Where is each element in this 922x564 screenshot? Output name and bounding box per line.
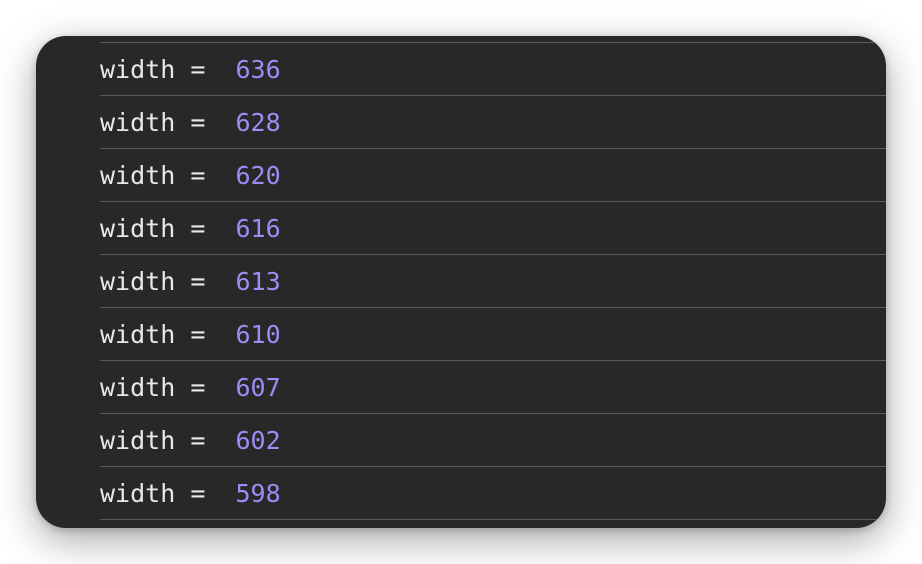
log-separator: = — [175, 266, 236, 296]
log-separator: = — [175, 107, 236, 137]
log-number-value: 613 — [235, 266, 281, 296]
log-separator: = — [175, 54, 236, 84]
console-log-list: width = 636 width = 628 width = 620 widt… — [100, 42, 886, 520]
screenshot-stage: width = 636 width = 628 width = 620 widt… — [0, 0, 922, 564]
log-separator: = — [175, 425, 236, 455]
log-key: width — [100, 266, 176, 296]
log-key: width — [100, 107, 176, 137]
log-number-value: 598 — [235, 478, 281, 508]
log-key: width — [100, 319, 176, 349]
console-log-row: width = 607 — [100, 361, 886, 414]
log-separator: = — [175, 478, 236, 508]
console-log-row: width = 610 — [100, 308, 886, 361]
console-output-panel[interactable]: width = 636 width = 628 width = 620 widt… — [36, 36, 886, 528]
console-log-row: width = 613 — [100, 255, 886, 308]
log-separator: = — [175, 213, 236, 243]
console-log-row: width = 636 — [100, 43, 886, 96]
log-separator: = — [175, 160, 236, 190]
log-key: width — [100, 213, 176, 243]
log-key: width — [100, 160, 176, 190]
console-log-row: width = 628 — [100, 96, 886, 149]
log-number-value: 636 — [235, 54, 281, 84]
log-separator: = — [175, 372, 236, 402]
console-log-row: width = 602 — [100, 414, 886, 467]
console-log-row: width = 598 — [100, 467, 886, 520]
log-number-value: 602 — [235, 425, 281, 455]
log-key: width — [100, 478, 176, 508]
console-log-row: width = 616 — [100, 202, 886, 255]
console-log-row: width = 620 — [100, 149, 886, 202]
log-number-value: 607 — [235, 372, 281, 402]
log-key: width — [100, 425, 176, 455]
log-number-value: 620 — [235, 160, 281, 190]
log-number-value: 628 — [235, 107, 281, 137]
log-number-value: 616 — [235, 213, 281, 243]
log-key: width — [100, 54, 176, 84]
log-separator: = — [175, 319, 236, 349]
log-number-value: 610 — [235, 319, 281, 349]
log-key: width — [100, 372, 176, 402]
